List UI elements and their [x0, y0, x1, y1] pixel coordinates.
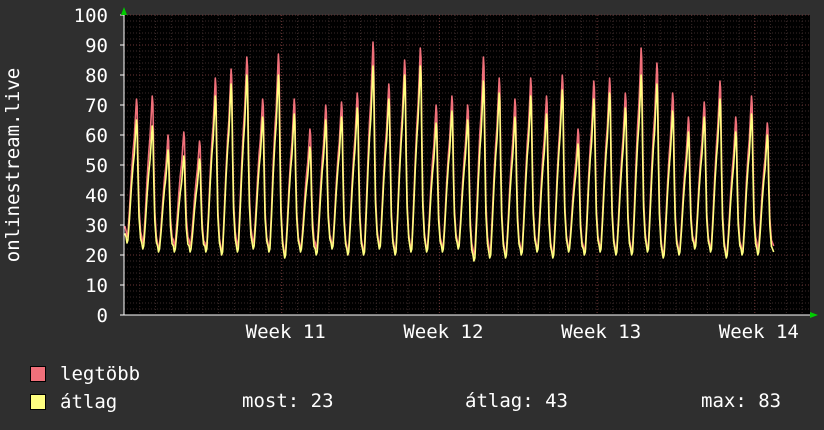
legend-item-avg: átlag: [30, 390, 117, 414]
y-tick-label: 50: [85, 155, 108, 177]
y-tick-label: 40: [85, 185, 108, 207]
x-ticks: Week 11 Week 12 Week 13 Week 14: [246, 321, 799, 343]
legend-item-max: legtöbb: [30, 362, 140, 386]
y-tick-label: 60: [85, 125, 108, 147]
legend-label-avg: átlag: [60, 391, 118, 413]
stat-max: max: 83: [701, 390, 782, 412]
y-ticks: 0 10 20 30 40 50 60 70 80 90 100: [74, 5, 124, 327]
y-tick-label: 90: [85, 35, 108, 57]
y-tick-label: 30: [85, 215, 108, 237]
y-tick-label: 10: [85, 275, 108, 297]
y-tick-label: 80: [85, 65, 108, 87]
y-tick-label: 20: [85, 245, 108, 267]
x-tick-label: Week 13: [561, 321, 641, 343]
legend-swatch-avg: [30, 394, 46, 410]
y-tick-label: 70: [85, 95, 108, 117]
x-tick-label: Week 14: [719, 321, 799, 343]
legend-label-max: legtöbb: [60, 363, 141, 385]
x-axis-arrow-icon: [810, 312, 818, 318]
stat-now: most: 23: [242, 390, 334, 412]
y-axis-label: onlinestream.live: [2, 68, 24, 262]
stat-avg: átlag: 43: [465, 390, 568, 412]
legend-swatch-max: [30, 366, 46, 382]
y-tick-label: 100: [74, 5, 108, 27]
y-axis-arrow-icon: [121, 7, 127, 15]
x-tick-label: Week 11: [246, 321, 326, 343]
y-tick-label: 0: [97, 305, 108, 327]
x-tick-label: Week 12: [403, 321, 483, 343]
